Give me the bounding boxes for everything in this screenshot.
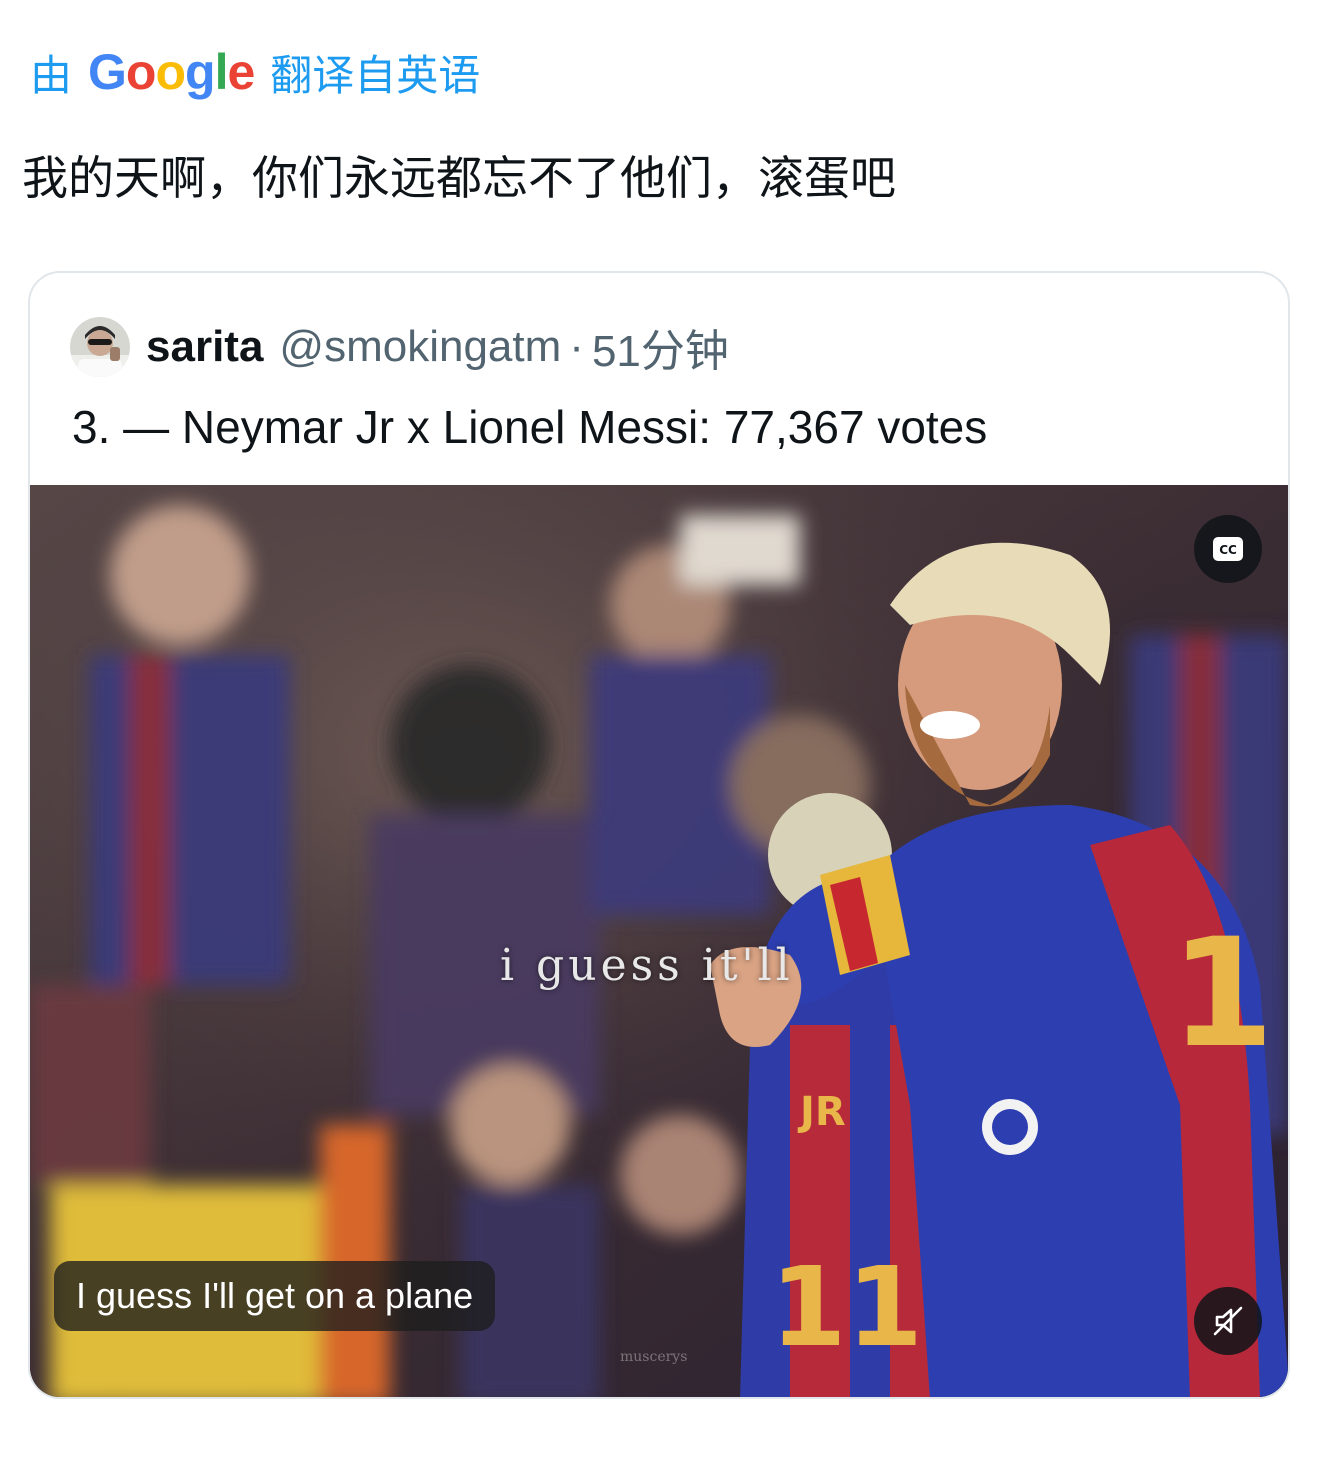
closed-captions-button[interactable]: CC <box>1194 515 1262 583</box>
svg-text:JR: JR <box>797 1089 846 1135</box>
user-handle[interactable]: @smokingatm <box>279 322 561 372</box>
google-logo: Google <box>88 44 255 100</box>
video-subtitle: I guess I'll get on a plane <box>54 1261 496 1331</box>
google-logo-letter: l <box>214 44 229 100</box>
quoted-tweet-header: sarita @smokingatm · 51分钟 <box>70 317 729 377</box>
display-name[interactable]: sarita <box>146 322 263 372</box>
video-player[interactable]: JR 11 1 i guess it'll CC I guess I'll ge… <box>30 485 1288 1397</box>
svg-text:11: 11 <box>770 1243 923 1371</box>
svg-text:1: 1 <box>1170 907 1274 1081</box>
timestamp[interactable]: 51分钟 <box>592 315 729 379</box>
quoted-tweet-text: 3. — Neymar Jr x Lionel Messi: 77,367 vo… <box>72 401 988 453</box>
google-logo-letter: o <box>155 44 186 100</box>
closed-captions-icon: CC <box>1213 537 1243 561</box>
google-logo-letter: g <box>185 44 216 100</box>
svg-text:CC: CC <box>1219 543 1237 557</box>
speaker-muted-icon <box>1213 1306 1243 1336</box>
avatar-image <box>70 317 130 377</box>
burned-in-caption: i guess it'll <box>500 940 794 991</box>
google-logo-letter: o <box>125 44 157 100</box>
google-logo-letter: G <box>88 44 127 100</box>
unmute-button[interactable] <box>1194 1287 1262 1355</box>
translation-attribution[interactable]: 由 Google 翻译自英语 <box>30 40 480 104</box>
tweet-text: 我的天啊，你们永远都忘不了他们，滚蛋吧 <box>22 152 896 204</box>
meta-separator: · <box>569 322 584 371</box>
google-logo-letter: e <box>227 44 255 100</box>
translation-suffix: 翻译自英语 <box>270 51 481 99</box>
video-watermark: muscerys <box>620 1349 688 1365</box>
quoted-tweet-card[interactable]: sarita @smokingatm · 51分钟 3. — Neymar Jr… <box>28 271 1290 1399</box>
translation-prefix: 由 <box>30 51 73 99</box>
avatar[interactable] <box>70 317 130 377</box>
